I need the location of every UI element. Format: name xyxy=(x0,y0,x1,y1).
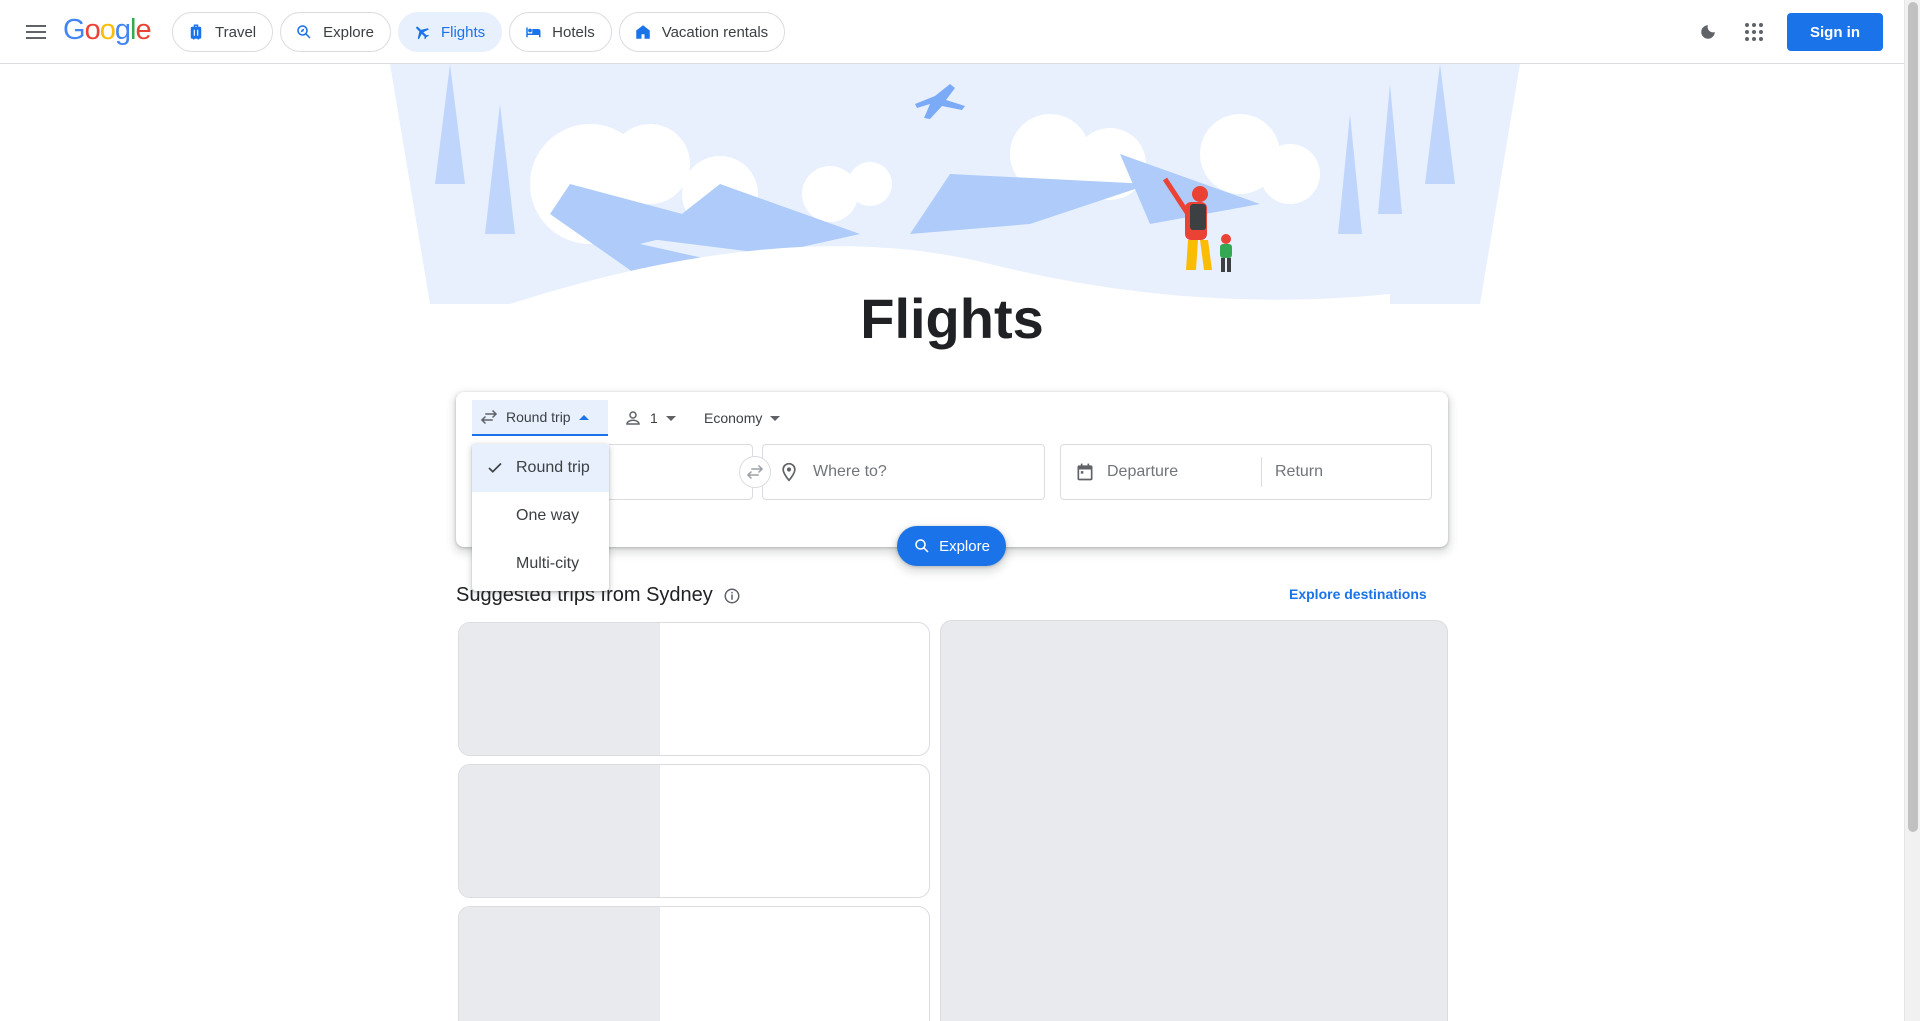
calendar-icon xyxy=(1077,463,1093,481)
trip-option-label: Round trip xyxy=(516,459,590,476)
destination-placeholder: Where to? xyxy=(813,463,887,480)
location-pin-icon xyxy=(782,462,796,482)
caret-up-icon xyxy=(578,414,589,420)
nav-chip-label: Vacation rentals xyxy=(661,23,769,41)
suggested-trip-card-placeholder[interactable] xyxy=(458,622,930,756)
product-nav: Travel Explore Flights Hotels Vacation r… xyxy=(172,12,786,52)
page: Google Travel Explore Flights Hotels Vac… xyxy=(0,0,1920,1021)
google-logo[interactable]: Google xyxy=(63,14,152,47)
map-placeholder[interactable] xyxy=(940,620,1448,1021)
hotel-icon xyxy=(526,27,541,38)
swap-origin-destination-button[interactable] xyxy=(739,456,771,488)
suggested-trip-card-placeholder[interactable] xyxy=(458,906,930,1021)
cabin-class-select[interactable]: Economy xyxy=(696,400,788,436)
nav-chip-label: Travel xyxy=(215,23,257,41)
nav-chip-travel[interactable]: Travel xyxy=(172,12,274,52)
cabin-class-value: Economy xyxy=(704,410,763,426)
flight-icon xyxy=(416,26,429,40)
date-range-field[interactable]: Departure Return xyxy=(1060,444,1432,500)
nav-chip-flights[interactable]: Flights xyxy=(397,12,503,52)
apps-grid-icon xyxy=(1745,23,1763,41)
explore-destinations-link[interactable]: Explore destinations xyxy=(1289,586,1427,602)
trip-option-multi-city[interactable]: Multi-city xyxy=(472,540,609,588)
trip-type-select[interactable]: Round trip xyxy=(472,400,608,436)
suggested-trip-card-placeholder[interactable] xyxy=(458,764,930,898)
trip-type-dropdown: Round trip One way Multi-city xyxy=(472,444,609,591)
nav-chip-label: Flights xyxy=(440,23,486,41)
swap-arrows-icon xyxy=(480,409,498,425)
hamburger-menu-icon xyxy=(26,25,46,39)
page-scrollbar[interactable] xyxy=(1904,0,1920,1021)
trip-option-one-way[interactable]: One way xyxy=(472,492,609,540)
google-apps-button[interactable] xyxy=(1738,16,1770,48)
departure-date-input[interactable]: Departure xyxy=(1075,445,1178,499)
trip-option-round-trip[interactable]: Round trip xyxy=(472,444,609,492)
trip-option-label: One way xyxy=(516,507,580,524)
caret-down-icon xyxy=(665,415,676,421)
trip-type-value: Round trip xyxy=(506,409,571,425)
nav-chip-vacation-rentals[interactable]: Vacation rentals xyxy=(618,12,786,52)
card-image-placeholder xyxy=(459,623,660,755)
nav-chip-hotels[interactable]: Hotels xyxy=(509,12,612,52)
info-icon[interactable] xyxy=(723,587,741,605)
card-image-placeholder xyxy=(459,765,660,897)
search-icon xyxy=(915,539,929,553)
moon-icon xyxy=(1701,25,1715,39)
return-placeholder: Return xyxy=(1275,463,1324,480)
scrollbar-thumb[interactable] xyxy=(1908,2,1918,832)
date-divider xyxy=(1261,457,1262,487)
house-icon xyxy=(635,25,650,39)
explore-icon xyxy=(297,25,311,39)
page-title: Flights xyxy=(860,287,1044,350)
main-menu-button[interactable] xyxy=(20,16,52,48)
hero-illustration xyxy=(390,64,1520,304)
caret-down-icon xyxy=(770,415,781,421)
return-date-input[interactable]: Return xyxy=(1275,445,1323,499)
check-icon xyxy=(488,462,502,473)
sign-in-button[interactable]: Sign in xyxy=(1787,13,1883,51)
nav-chip-explore[interactable]: Explore xyxy=(280,12,391,52)
person-icon xyxy=(626,411,640,425)
trip-option-label: Multi-city xyxy=(516,555,580,572)
top-bar: Google Travel Explore Flights Hotels Vac… xyxy=(0,0,1904,64)
passenger-count-value: 1 xyxy=(650,410,658,426)
nav-chip-label: Hotels xyxy=(552,23,595,41)
nav-chip-label: Explore xyxy=(323,23,374,41)
explore-button-label: Explore xyxy=(939,537,990,555)
passenger-count-select[interactable]: 1 xyxy=(616,400,684,436)
swap-arrows-icon xyxy=(746,464,764,480)
luggage-icon xyxy=(190,24,202,40)
dark-mode-toggle[interactable] xyxy=(1692,16,1724,48)
card-image-placeholder xyxy=(459,907,660,1021)
departure-placeholder: Departure xyxy=(1107,463,1179,480)
destination-field[interactable]: Where to? xyxy=(762,444,1045,500)
explore-search-button[interactable]: Explore xyxy=(897,526,1006,566)
